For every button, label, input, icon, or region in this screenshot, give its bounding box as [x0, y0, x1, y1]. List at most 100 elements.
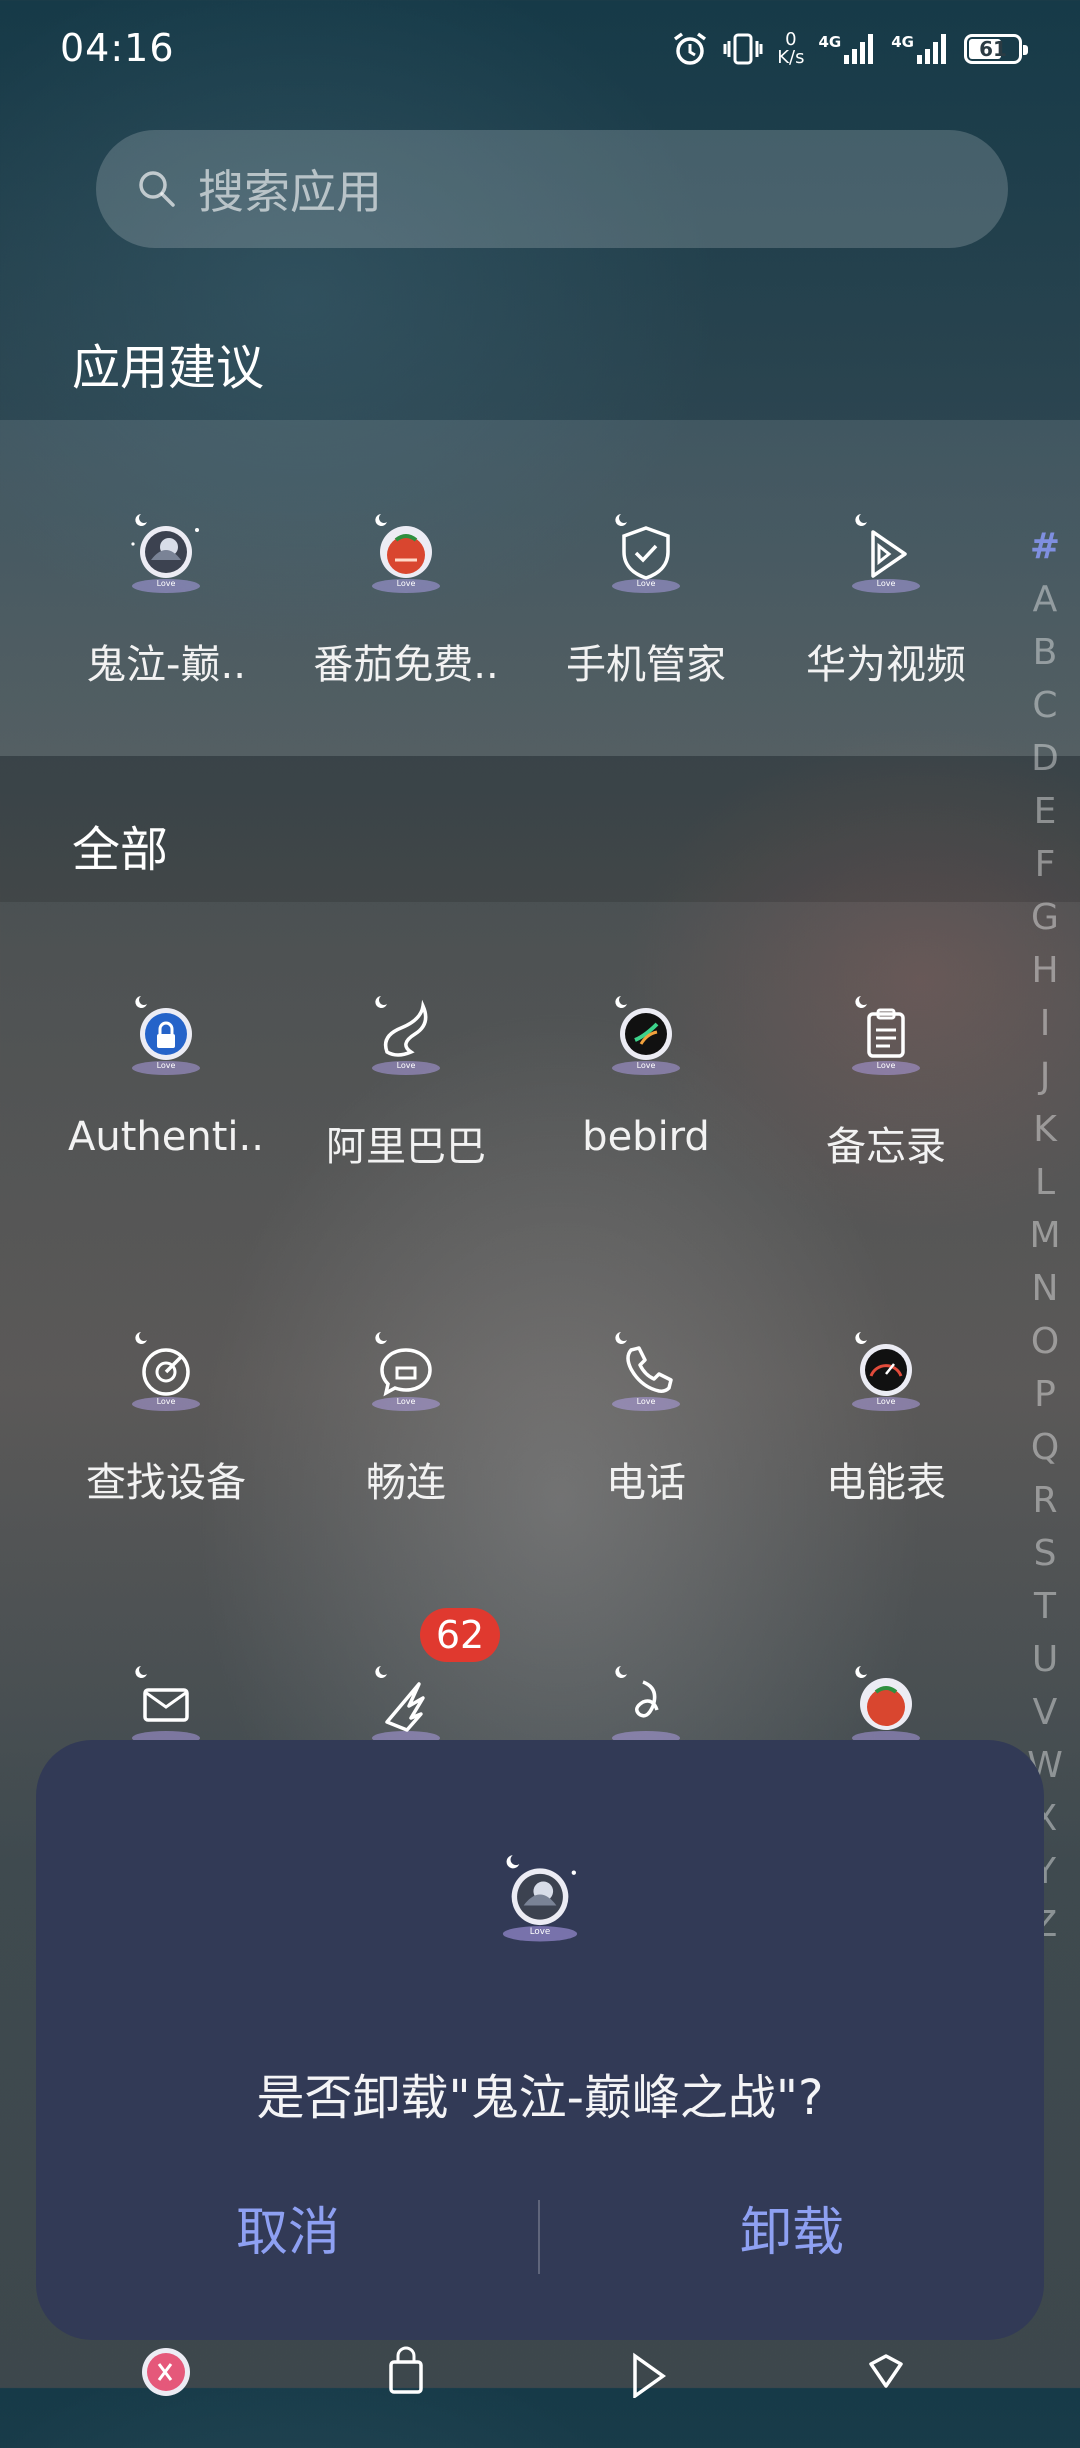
bag-icon — [351, 2338, 461, 2448]
dialog-app-icon: Love — [480, 1840, 600, 1960]
battery-icon: 61 — [964, 34, 1028, 64]
app-label: 华为视频 — [806, 642, 966, 688]
index-letter[interactable]: M — [1020, 1209, 1070, 1262]
tomato-icon: Love — [351, 500, 461, 610]
svg-text:Love: Love — [637, 1397, 656, 1406]
app-alibaba[interactable]: Love 阿里巴巴 — [286, 982, 526, 1172]
svg-text:Love: Love — [530, 1927, 551, 1937]
dialog-message: 是否卸载"鬼泣-巅峰之战"? — [256, 2070, 824, 2126]
index-letter[interactable]: J — [1020, 1050, 1070, 1103]
app-bottom-4[interactable] — [766, 2338, 1006, 2448]
app-bottom-3[interactable] — [526, 2338, 766, 2448]
index-letter[interactable]: A — [1020, 573, 1070, 626]
svg-text:Love: Love — [157, 1061, 176, 1070]
app-bottom-2[interactable] — [286, 2338, 526, 2448]
index-letter[interactable]: R — [1020, 1474, 1070, 1527]
lock-icon: Love — [111, 982, 221, 1092]
index-letter[interactable]: # — [1020, 520, 1070, 573]
index-letter[interactable]: P — [1020, 1368, 1070, 1421]
index-letter[interactable]: L — [1020, 1156, 1070, 1209]
app-label: 备忘录 — [826, 1124, 946, 1170]
battery-level: 61 — [979, 37, 1007, 61]
uninstall-dialog: Love 是否卸载"鬼泣-巅峰之战"? 取消 卸载 — [36, 1740, 1044, 2340]
status-icons: 0 K/s 4G 4G 61 — [671, 30, 1028, 68]
app-electric-meter[interactable]: Love 电能表 — [766, 1318, 1006, 1508]
app-label: 番茄免费.. — [313, 642, 499, 688]
bird-icon: Love — [591, 982, 701, 1092]
vibrate-icon — [723, 33, 763, 65]
index-letter[interactable]: I — [1020, 997, 1070, 1050]
svg-text:Love: Love — [877, 1061, 896, 1070]
radar-icon: Love — [111, 1318, 221, 1428]
signal-2-label: 4G — [891, 33, 914, 51]
svg-text:Love: Love — [157, 1397, 176, 1406]
signal-bars-icon — [844, 34, 874, 64]
signal-2: 4G — [891, 33, 950, 65]
app-huawei-video[interactable]: Love 华为视频 — [766, 500, 1006, 690]
game-avatar-icon: Love — [111, 500, 221, 610]
chat-icon: Love — [351, 1318, 461, 1428]
svg-text:Love: Love — [397, 1061, 416, 1070]
index-letter[interactable]: D — [1020, 732, 1070, 785]
all-title: 全部 — [72, 822, 169, 878]
app-phone[interactable]: Love 电话 — [526, 1318, 766, 1508]
play-icon — [591, 2338, 701, 2448]
index-letter[interactable]: C — [1020, 679, 1070, 732]
index-letter[interactable]: Q — [1020, 1421, 1070, 1474]
index-letter[interactable]: V — [1020, 1686, 1070, 1739]
alphabet-index[interactable]: # A B C D E F G H I J K L M N O P Q R S … — [1020, 520, 1070, 1951]
video-icon — [111, 2338, 221, 2448]
app-label: Authenti.. — [68, 1114, 264, 1160]
index-letter[interactable]: E — [1020, 785, 1070, 838]
play-icon: Love — [831, 500, 941, 610]
signal-1: 4G — [819, 33, 878, 65]
app-tomato[interactable]: Love 番茄免费.. — [286, 500, 526, 690]
app-label: 鬼泣-巅.. — [86, 642, 246, 688]
app-ghost-cry[interactable]: Love 鬼泣-巅.. — [46, 500, 286, 690]
status-bar: 04:16 0 K/s 4G 4G 61 — [0, 0, 1080, 104]
clipboard-icon: Love — [831, 982, 941, 1092]
svg-text:Love: Love — [397, 579, 416, 588]
svg-text:Love: Love — [637, 579, 656, 588]
index-letter[interactable]: K — [1020, 1103, 1070, 1156]
svg-text:Love: Love — [397, 1397, 416, 1406]
signal-1-label: 4G — [818, 33, 842, 51]
uninstall-button[interactable]: 卸载 — [540, 2190, 1044, 2265]
signal-bars-icon — [917, 34, 946, 64]
search-placeholder: 搜索应用 — [198, 165, 382, 219]
status-time: 04:16 — [60, 26, 175, 70]
shield-check-icon: Love — [591, 500, 701, 610]
app-phone-manager[interactable]: Love 手机管家 — [526, 500, 766, 690]
index-letter[interactable]: O — [1020, 1315, 1070, 1368]
svg-text:Love: Love — [637, 1061, 656, 1070]
alarm-icon — [674, 32, 707, 65]
index-letter[interactable]: U — [1020, 1633, 1070, 1686]
search-bar[interactable]: 搜索应用 — [96, 130, 1008, 248]
index-letter[interactable]: H — [1020, 944, 1070, 997]
suggested-title: 应用建议 — [72, 340, 265, 396]
app-label: 阿里巴巴 — [326, 1124, 486, 1170]
svg-text:Love: Love — [877, 579, 896, 588]
index-letter[interactable]: S — [1020, 1527, 1070, 1580]
app-label: 畅连 — [366, 1460, 446, 1506]
app-changlian[interactable]: Love 畅连 — [286, 1318, 526, 1508]
app-label: 查找设备 — [86, 1460, 246, 1506]
app-authenticator[interactable]: Love Authenti.. — [46, 982, 286, 1160]
app-label: bebird — [582, 1114, 710, 1160]
cancel-button[interactable]: 取消 — [36, 2190, 540, 2265]
app-memo[interactable]: Love 备忘录 — [766, 982, 1006, 1172]
net-speed: 0 K/s — [777, 31, 804, 67]
index-letter[interactable]: F — [1020, 838, 1070, 891]
svg-text:Love: Love — [877, 1397, 896, 1406]
net-speed-unit: K/s — [777, 47, 805, 68]
app-bebird[interactable]: Love bebird — [526, 982, 766, 1160]
index-letter[interactable]: N — [1020, 1262, 1070, 1315]
app-label: 电能表 — [826, 1460, 946, 1506]
index-letter[interactable]: G — [1020, 891, 1070, 944]
notification-badge: 62 — [420, 1608, 500, 1662]
index-letter[interactable]: B — [1020, 626, 1070, 679]
app-bottom-1[interactable] — [46, 2338, 286, 2448]
index-letter[interactable]: T — [1020, 1580, 1070, 1633]
app-find-device[interactable]: Love 查找设备 — [46, 1318, 286, 1508]
search-icon — [139, 171, 175, 207]
